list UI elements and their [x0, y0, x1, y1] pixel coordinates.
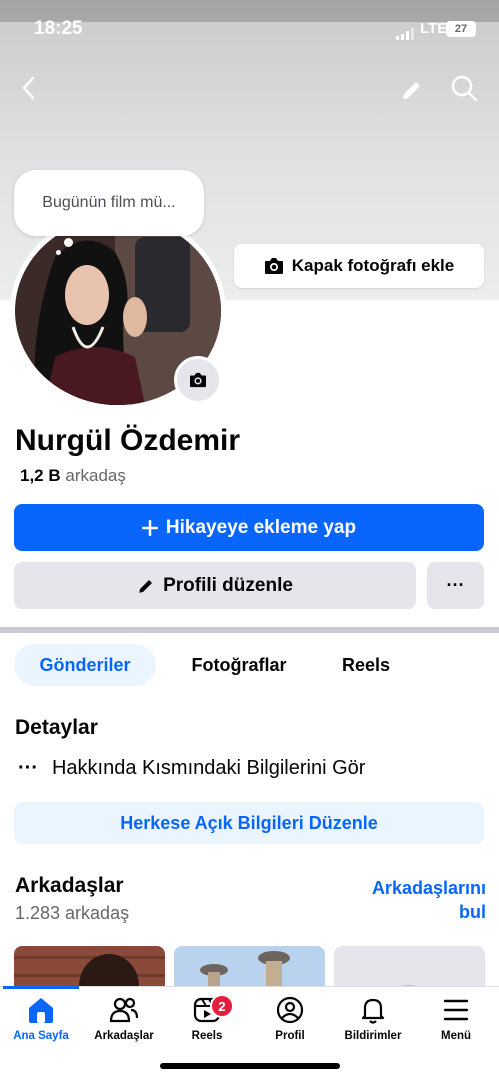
- nav-menu-label: Menü: [440, 1030, 472, 1042]
- home-icon: [29, 998, 53, 1023]
- nav-profile[interactable]: Profil: [249, 996, 331, 1042]
- pencil-icon: [139, 579, 153, 593]
- more-options-label: ···: [446, 575, 465, 595]
- nav-profile-label: Profil: [275, 1030, 305, 1042]
- profile-name: Nurgül Özdemir: [15, 424, 241, 457]
- section-divider: [0, 627, 499, 633]
- tab-reels[interactable]: Reels: [322, 644, 410, 686]
- note-bubble-tail-small: [56, 250, 61, 255]
- note-bubble[interactable]: Bugünün film mü...: [14, 170, 204, 236]
- friends-count: 1,2 B: [20, 466, 61, 485]
- friends-icon: [109, 997, 139, 1023]
- about-link[interactable]: ··· Hakkında Kısmındaki Bilgilerini Gör: [18, 757, 365, 780]
- note-text: Bugünün film mü...: [42, 194, 176, 211]
- nav-notifications-label: Bildirimler: [344, 1030, 402, 1042]
- search-icon: [451, 75, 478, 102]
- find-friends-link[interactable]: Arkadaşlarını bul: [340, 876, 486, 924]
- profile-icon: [276, 996, 304, 1024]
- nav-reels-label: Reels: [191, 1030, 223, 1042]
- edit-profile-button[interactable]: Profili düzenle: [14, 562, 416, 609]
- chevron-left-icon: [22, 76, 35, 100]
- tab-photos[interactable]: Fotoğraflar: [168, 644, 310, 686]
- ellipsis-icon: ···: [18, 757, 38, 779]
- back-button[interactable]: [10, 70, 46, 106]
- signal-icon: [396, 28, 414, 40]
- menu-icon: [443, 999, 469, 1021]
- friends-word: arkadaş: [65, 466, 126, 485]
- reels-notification-badge: 2: [210, 994, 234, 1018]
- add-cover-photo-label: Kapak fotoğrafı ekle: [291, 256, 455, 275]
- change-profile-photo-button[interactable]: [174, 356, 222, 404]
- battery-indicator: 27: [446, 21, 476, 37]
- edit-public-details-label: Herkese Açık Bilgileri Düzenle: [120, 812, 378, 833]
- edit-profile-label: Profili düzenle: [163, 574, 293, 596]
- nav-friends[interactable]: Arkadaşlar: [83, 996, 165, 1042]
- edit-public-details-button[interactable]: Herkese Açık Bilgileri Düzenle: [14, 802, 484, 844]
- bell-icon: [361, 998, 385, 1024]
- nav-notifications[interactable]: Bildirimler: [332, 996, 414, 1042]
- status-time: 18:25: [34, 18, 83, 39]
- pencil-icon: [403, 82, 420, 99]
- network-label: LTE: [420, 20, 448, 37]
- nav-home[interactable]: Ana Sayfa: [0, 996, 82, 1042]
- friends-summary[interactable]: 1,2 B arkadaş: [20, 466, 126, 486]
- add-cover-photo-button[interactable]: Kapak fotoğrafı ekle: [234, 244, 484, 288]
- tab-posts[interactable]: Gönderiler: [14, 644, 156, 686]
- active-tab-indicator: [3, 986, 79, 989]
- details-title: Detaylar: [15, 716, 98, 739]
- camera-icon: [264, 258, 283, 274]
- friends-section-title: Arkadaşlar: [15, 874, 124, 897]
- nav-home-label: Ana Sayfa: [13, 1030, 69, 1042]
- search-button[interactable]: [446, 70, 482, 106]
- edit-button[interactable]: [394, 72, 430, 108]
- note-bubble-tail: [64, 238, 73, 247]
- home-indicator: [160, 1063, 340, 1069]
- about-link-label: Hakkında Kısmındaki Bilgilerini Gör: [51, 757, 366, 779]
- nav-friends-label: Arkadaşlar: [94, 1030, 154, 1042]
- add-to-story-button[interactable]: Hikayeye ekleme yap: [14, 504, 484, 551]
- nav-reels[interactable]: Reels: [166, 996, 248, 1042]
- nav-menu[interactable]: Menü: [415, 996, 497, 1042]
- friends-section-count: 1.283 arkadaş: [15, 903, 130, 923]
- add-to-story-label: Hikayeye ekleme yap: [165, 516, 357, 538]
- camera-icon: [190, 372, 206, 388]
- more-options-button[interactable]: ···: [427, 562, 484, 609]
- plus-icon: [141, 519, 158, 536]
